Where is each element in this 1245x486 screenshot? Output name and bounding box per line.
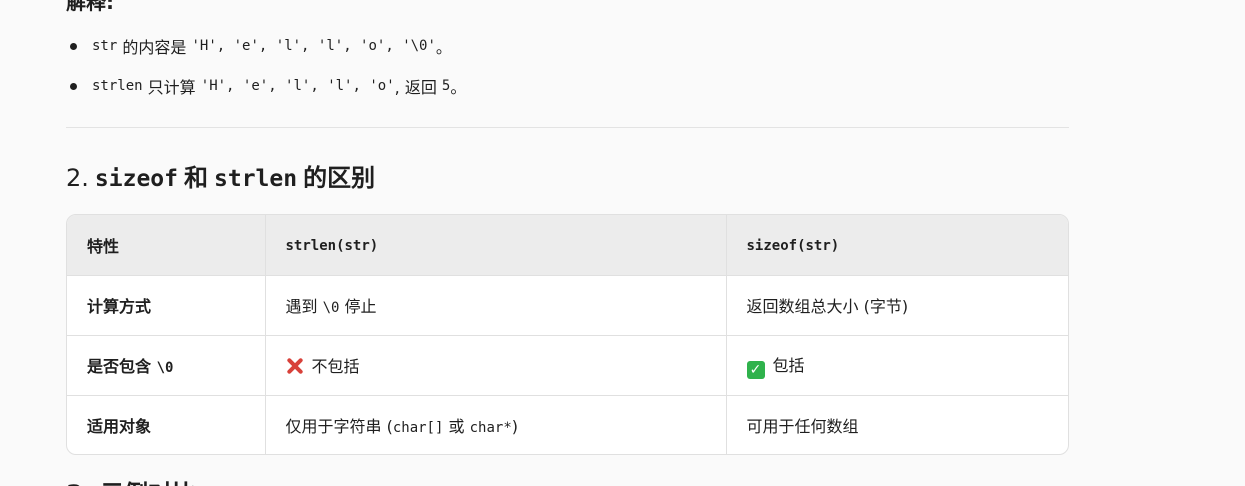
cross-mark-icon	[286, 357, 304, 375]
inline-code: char[]	[392, 420, 444, 437]
column-header: strlen(str)	[265, 215, 727, 276]
list-text: 。	[450, 78, 467, 97]
row-label: 适用对象	[67, 395, 266, 454]
column-header: 特性	[67, 215, 266, 276]
list-text: 。	[435, 38, 452, 57]
heading-code: strlen	[214, 166, 298, 192]
heading-text: 的区别	[303, 164, 376, 192]
table-cell: 返回数组总大小 (字节)	[726, 275, 1068, 336]
table-row: 适用对象 仅用于字符串 (char[] 或 char*) 可用于任何数组	[67, 395, 1068, 454]
inline-code: \0	[156, 360, 174, 376]
table-row: 计算方式 遇到 \0 停止 返回数组总大小 (字节)	[67, 275, 1068, 336]
table-cell: 遇到 \0 停止	[265, 275, 727, 336]
inline-code: 'H', 'e', 'l', 'l', 'o', '\0'	[191, 38, 436, 54]
table-cell: ✓ 包括	[726, 335, 1068, 396]
next-section-heading: 3. 示例对比	[66, 474, 196, 486]
section-number: 2.	[66, 164, 89, 192]
row-label: 是否包含 \0	[67, 335, 266, 396]
list-text: 只计算	[142, 78, 201, 97]
heading-text: 和	[184, 164, 208, 192]
list-text: , 返回	[394, 78, 442, 97]
list-item: strlen 只计算 'H', 'e', 'l', 'l', 'o' , 返回 …	[66, 66, 466, 106]
inline-code: str	[92, 38, 118, 54]
table-cell: 可用于任何数组	[746, 417, 859, 437]
inline-code: strlen	[92, 78, 143, 94]
table-header-row: 特性 strlen(str) sizeof(str)	[67, 215, 1068, 276]
bullet-icon	[70, 43, 77, 50]
inline-code: 5	[441, 78, 451, 94]
list-text: 的内容是	[117, 38, 192, 57]
inline-code: char*	[469, 420, 512, 437]
row-label: 计算方式	[67, 275, 266, 336]
table-cell: 仅用于字符串 (char[] 或 char*)	[265, 395, 727, 454]
explanation-heading: 解释:	[66, 0, 114, 14]
comparison-table: 特性 strlen(str) sizeof(str) 计算方式 遇到 \0 停止…	[66, 214, 1069, 455]
section-divider	[66, 127, 1069, 128]
inline-code: 'H', 'e', 'l', 'l', 'o'	[200, 78, 395, 94]
list-item: str 的内容是 'H', 'e', 'l', 'l', 'o', '\0' 。	[66, 26, 466, 66]
section-heading: 2. sizeof 和 strlen 的区别	[66, 158, 375, 193]
check-mark-icon: ✓	[746, 360, 765, 379]
table-cell: 不包括	[265, 335, 727, 396]
inline-code: \0	[322, 300, 340, 316]
explanation-list: str 的内容是 'H', 'e', 'l', 'l', 'o', '\0' 。…	[66, 26, 466, 106]
document-page: 解释: str 的内容是 'H', 'e', 'l', 'l', 'o', '\…	[0, 0, 1245, 486]
table-row: 是否包含 \0 不包括 ✓ 包括	[67, 335, 1068, 396]
bullet-icon	[70, 83, 77, 90]
heading-code: sizeof	[94, 166, 178, 192]
column-header: sizeof(str)	[726, 215, 1068, 276]
